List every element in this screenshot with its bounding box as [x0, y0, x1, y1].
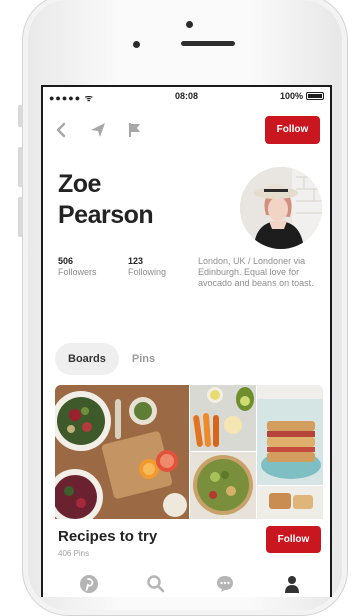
board-cover-collage[interactable]: [55, 385, 323, 519]
board-pin-count: 406 Pins: [58, 549, 90, 558]
following-label: Following: [128, 267, 167, 277]
profile-last-name: Pearson: [58, 201, 154, 229]
profile-bio: London, UK / Londoner via Edinburgh. Equ…: [198, 256, 314, 288]
front-camera: [133, 41, 140, 48]
board-title[interactable]: Recipes to try: [58, 528, 157, 545]
battery-indicator: 100%: [280, 91, 324, 101]
chat-icon[interactable]: [215, 574, 235, 594]
pinterest-logo-icon[interactable]: [79, 574, 99, 594]
bottom-tab-bar: [43, 570, 330, 597]
earpiece-speaker: [181, 41, 235, 46]
battery-percent: 100%: [279, 91, 303, 101]
followers-stat[interactable]: 506 Followers: [58, 256, 97, 278]
app-screen: ●●●●● ᯤ 08:08 100% Follow Zoe Pearson 50…: [41, 85, 332, 597]
volume-down-button: [18, 197, 23, 237]
status-bar: ●●●●● ᯤ 08:08 100%: [43, 85, 330, 105]
tab-boards[interactable]: Boards: [55, 343, 119, 375]
following-stat[interactable]: 123 Following: [128, 256, 166, 278]
following-count: 123: [128, 256, 144, 266]
battery-icon: [306, 92, 324, 100]
profile-name: Zoe Pearson: [58, 169, 154, 231]
avatar: [240, 167, 322, 249]
follow-board-button[interactable]: Follow: [266, 526, 321, 553]
proximity-sensor: [186, 21, 193, 28]
flag-icon[interactable]: [125, 121, 143, 139]
mute-switch: [18, 105, 23, 127]
follow-profile-button[interactable]: Follow: [265, 116, 320, 144]
profile-first-name: Zoe: [58, 170, 101, 198]
followers-label: Followers: [58, 267, 97, 277]
search-icon[interactable]: [146, 574, 166, 594]
volume-up-button: [18, 147, 23, 187]
followers-count: 506: [58, 256, 74, 266]
profile-nav-bar: Follow: [43, 115, 330, 145]
profile-tabs: Boards Pins: [55, 343, 168, 375]
profile-icon[interactable]: [282, 574, 302, 594]
tab-pins[interactable]: Pins: [119, 343, 168, 375]
send-icon[interactable]: [89, 121, 107, 139]
chevron-left-icon[interactable]: [53, 121, 71, 139]
